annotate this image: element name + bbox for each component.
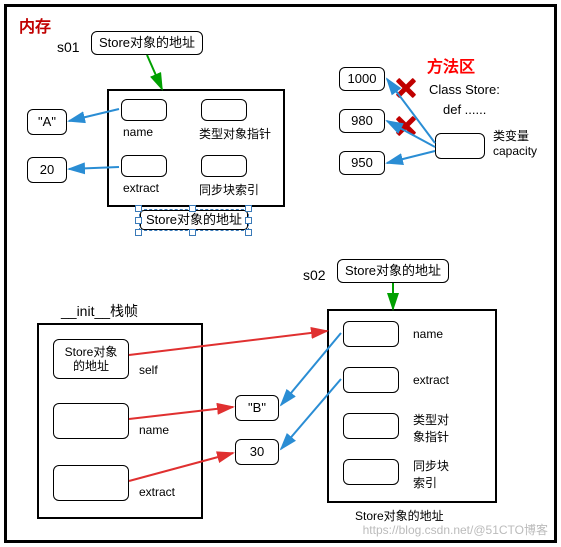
value-30-box: 30: [235, 439, 279, 465]
s01-typeptr-slot: [201, 99, 247, 121]
s02-address-box: Store对象的地址: [337, 259, 449, 283]
s01-label: s01: [57, 39, 80, 55]
s02-name-slot: [343, 321, 399, 347]
class-var-slot: [435, 133, 485, 159]
value-a-box: "A": [27, 109, 67, 135]
value-b-box: "B": [235, 395, 279, 421]
s02-sync-slot: [343, 459, 399, 485]
init-frame: Store对象 的地址 self name extract: [37, 323, 203, 519]
s01-caption-box: Store对象的地址: [140, 210, 248, 230]
cap-950-box: 950: [339, 151, 385, 175]
s02-typeptr-label: 类型对 象指针: [413, 411, 449, 445]
init-extract-slot: [53, 465, 129, 501]
init-frame-label: __init__栈帧: [61, 301, 138, 321]
s01-extract-slot: [121, 155, 167, 177]
init-extract-label: extract: [139, 485, 175, 499]
value-20-box: 20: [27, 157, 67, 183]
sel-handle: [245, 229, 252, 236]
sel-handle: [135, 205, 142, 212]
sel-handle: [135, 217, 142, 224]
red-cross-icon: [395, 115, 417, 137]
s01-extract-label: extract: [123, 181, 159, 195]
s02-name-label: name: [413, 327, 443, 341]
s02-extract-slot: [343, 367, 399, 393]
s01-name-slot: [121, 99, 167, 121]
cap-1000-box: 1000: [339, 67, 385, 91]
class-store-frame: Class Store: def ...... 类变量 capacity: [421, 75, 543, 183]
cap-980-box: 980: [339, 109, 385, 133]
sel-handle: [245, 217, 252, 224]
sel-handle: [135, 229, 142, 236]
s01-address-box: Store对象的地址: [91, 31, 203, 55]
s02-typeptr-slot: [343, 413, 399, 439]
red-cross-icon: [395, 77, 417, 99]
self-label: self: [139, 363, 158, 377]
s01-typeptr-label: 类型对象指针: [199, 125, 271, 142]
init-name-label: name: [139, 423, 169, 437]
sel-handle: [245, 205, 252, 212]
s01-sync-slot: [201, 155, 247, 177]
class-store-line1: Class Store:: [429, 81, 500, 99]
s02-label: s02: [303, 267, 326, 283]
s02-extract-label: extract: [413, 373, 449, 387]
s02-object-frame: name extract 类型对 象指针 同步块 索引: [327, 309, 497, 503]
class-var-label: 类变量 capacity: [493, 127, 537, 158]
s01-sync-label: 同步块索引: [199, 181, 259, 198]
class-store-line2: def ......: [443, 101, 486, 119]
memory-diagram: 内存 s01 Store对象的地址 "A" 20 name 类型对象指针 ext…: [4, 4, 557, 543]
init-name-slot: [53, 403, 129, 439]
s01-name-label: name: [123, 125, 153, 139]
s01-object-frame: name 类型对象指针 extract 同步块索引: [107, 89, 285, 207]
sel-handle: [189, 229, 196, 236]
sel-handle: [189, 205, 196, 212]
s02-sync-label: 同步块 索引: [413, 457, 449, 491]
init-self-slot: Store对象 的地址: [53, 339, 129, 379]
watermark: https://blog.csdn.net/@51CTO博客: [363, 521, 548, 538]
method-area-label: 方法区: [427, 53, 475, 77]
heap-label: 内存: [19, 13, 51, 37]
